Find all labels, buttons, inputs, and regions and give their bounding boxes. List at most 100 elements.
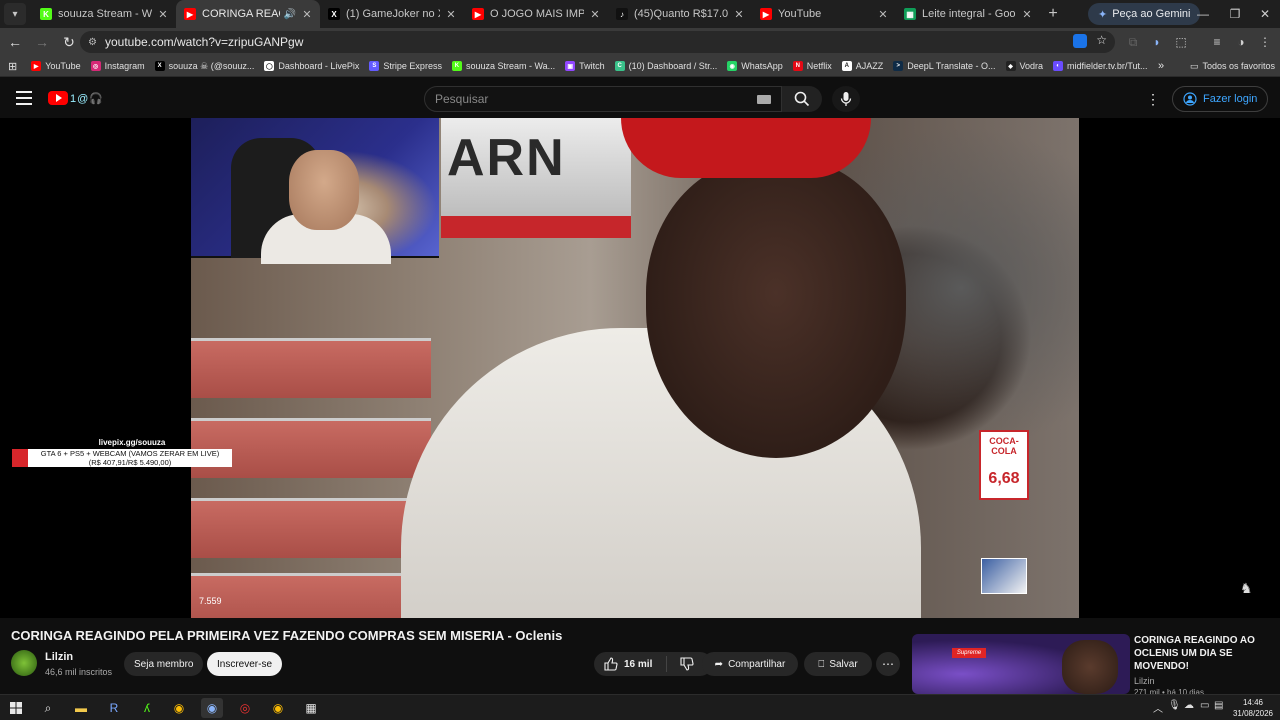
rockstar-launcher-icon[interactable]: R bbox=[103, 698, 125, 718]
system-clock[interactable]: 14:46 31/08/2026 bbox=[1230, 697, 1276, 719]
bookmark-item[interactable]: N Netflix bbox=[792, 61, 832, 71]
network-icon[interactable]: ▤ bbox=[1214, 700, 1223, 711]
copy-icon[interactable]: ⧉ bbox=[1122, 28, 1144, 56]
kick-app-icon[interactable]: ʎ bbox=[136, 698, 158, 718]
settings-kebab-icon[interactable]: ⋮ bbox=[1146, 91, 1160, 108]
tray-overflow-icon[interactable]: ︿ bbox=[1153, 700, 1163, 715]
browser-tab[interactable]: ▶ CORINGA REAGINDO PELA 🔊 ✕ bbox=[176, 0, 320, 28]
media-control-icon[interactable]: ≡ bbox=[1206, 28, 1228, 56]
keyboard-icon[interactable] bbox=[757, 95, 771, 104]
chrome-alt-icon[interactable]: ◉ bbox=[267, 698, 289, 718]
like-count: 16 mil bbox=[624, 658, 653, 670]
browser-tab[interactable]: X (1) GameJoker no X: "GTA 6 ✕ bbox=[320, 0, 464, 28]
file-explorer-icon[interactable]: ▬ bbox=[70, 698, 92, 718]
like-button[interactable]: 16 mil bbox=[594, 652, 712, 676]
windows-start-icon[interactable] bbox=[5, 698, 27, 718]
youtube-logo[interactable]: 1@🎧 bbox=[48, 91, 104, 105]
back-icon[interactable]: ← bbox=[3, 30, 27, 54]
bookmarks-overflow-icon[interactable]: » bbox=[1158, 60, 1164, 72]
tab-close-icon[interactable]: ✕ bbox=[732, 8, 746, 21]
tab-close-icon[interactable]: ✕ bbox=[1020, 8, 1034, 21]
forward-icon[interactable]: → bbox=[30, 30, 54, 54]
chrome-icon[interactable]: ◉ bbox=[168, 698, 190, 718]
extension-audio-icon[interactable]: ◗ bbox=[1146, 28, 1168, 56]
join-button[interactable]: Seja membro bbox=[124, 652, 204, 676]
more-actions-button[interactable]: ⋯ bbox=[876, 652, 900, 676]
translate-icon[interactable] bbox=[1073, 34, 1087, 48]
bookmark-item[interactable]: ◐ midfielder.tv.br/Tut... bbox=[1053, 61, 1148, 71]
tray-display-icon[interactable]: ▭ bbox=[1200, 700, 1209, 711]
tray-mic-icon[interactable]: 🎙 bbox=[1168, 700, 1181, 711]
login-button[interactable]: Fazer login bbox=[1172, 86, 1269, 112]
site-info-icon[interactable]: ⚙ bbox=[88, 37, 97, 48]
bookmark-item[interactable]: ◎ Instagram bbox=[90, 61, 145, 71]
bookmark-item[interactable]: ▶ YouTube bbox=[31, 61, 81, 71]
new-tab-button[interactable]: + bbox=[1040, 5, 1066, 23]
search-taskbar-icon[interactable]: ⌕ bbox=[37, 698, 59, 718]
search-button[interactable] bbox=[782, 86, 822, 112]
tray-app-icon[interactable]: ☁ bbox=[1184, 700, 1194, 711]
bookmark-item[interactable]: ◯ Dashboard - LivePix bbox=[264, 61, 359, 71]
tab-title: YouTube bbox=[778, 8, 822, 20]
recommended-title[interactable]: CORINGA REAGINDO AO OCLENIS UM DIA SE MO… bbox=[1134, 634, 1272, 673]
bookmark-item[interactable]: Ksouuza Stream - Wa... bbox=[451, 61, 555, 71]
tab-close-icon[interactable]: ✕ bbox=[876, 8, 890, 21]
tab-favicon-icon: ▦ bbox=[904, 8, 916, 20]
browser-tab[interactable]: ▦ Leite integral - Google Sheets ✕ bbox=[896, 0, 1040, 28]
bookmark-favicon-icon: A bbox=[841, 61, 852, 71]
calculator-icon[interactable]: ▦ bbox=[300, 698, 322, 718]
channel-name[interactable]: Lilzin bbox=[45, 651, 73, 663]
all-favorites[interactable]: ▭ Todos os favoritos bbox=[1190, 61, 1275, 72]
browser-tab[interactable]: ▶ O JOGO MAIS IMPORTANTE ✕ bbox=[464, 0, 608, 28]
profile-icon[interactable]: ◑ bbox=[1230, 28, 1252, 56]
tab-close-icon[interactable]: ✕ bbox=[444, 8, 458, 21]
tab-close-icon[interactable]: ✕ bbox=[156, 8, 170, 21]
thumbs-down-icon[interactable] bbox=[680, 657, 694, 671]
bookmark-item[interactable]: S Stripe Express bbox=[369, 61, 442, 71]
video-frame[interactable]: ARN COCA-COLA 6,68 7.559 bbox=[191, 118, 1079, 618]
bookmark-favicon-icon: ▶ bbox=[31, 61, 42, 71]
bookmark-item[interactable]: C (10) Dashboard / Str... bbox=[614, 61, 717, 71]
recommended-video[interactable]: Supreme CORINGA REAGINDO AO OCLENIS UM D… bbox=[912, 634, 1272, 697]
save-button[interactable]: ⎕ Salvar bbox=[804, 652, 872, 676]
bookmark-item[interactable]: Xsouuza ☠ (@souuz... bbox=[154, 61, 254, 72]
bookmark-item[interactable]: > DeepL Translate - O... bbox=[893, 61, 996, 71]
obs-icon[interactable]: ◎ bbox=[234, 698, 256, 718]
reload-icon[interactable]: ↻ bbox=[57, 30, 81, 54]
tab-close-icon[interactable]: ✕ bbox=[300, 8, 314, 21]
chrome-profile-icon[interactable]: ◉ bbox=[201, 698, 223, 718]
close-window-icon[interactable]: ✕ bbox=[1248, 0, 1280, 28]
browser-tab[interactable]: ♪ (45)Quanto R$17.000 dá no ✕ bbox=[608, 0, 752, 28]
bookmark-star-icon[interactable]: ☆ bbox=[1096, 33, 1107, 47]
channel-avatar[interactable] bbox=[11, 650, 37, 676]
video-player[interactable]: ARN COCA-COLA 6,68 7.559 livepix.gg/souu… bbox=[0, 118, 1280, 618]
bookmark-favicon-icon: ▣ bbox=[565, 61, 576, 71]
tab-search-icon[interactable]: ▾ bbox=[4, 3, 26, 25]
gemini-button[interactable]: ✦ Peça ao Gemini bbox=[1088, 3, 1201, 25]
browser-tab[interactable]: Ksouuza Stream - Watch Live ✕ bbox=[32, 0, 176, 28]
bookmark-item[interactable]: ◆ Vodra bbox=[1005, 61, 1044, 71]
minimize-icon[interactable]: — bbox=[1186, 0, 1220, 28]
extensions-icon[interactable]: ⬚ bbox=[1170, 28, 1192, 56]
share-button[interactable]: ➦ Compartilhar bbox=[702, 652, 798, 676]
bookmark-item[interactable]: ◉ WhatsApp bbox=[727, 61, 783, 71]
bookmark-item[interactable]: A AJAZZ bbox=[841, 61, 883, 71]
bookmark-favicon-icon: S bbox=[369, 61, 380, 71]
recommended-thumbnail[interactable]: Supreme bbox=[912, 634, 1130, 694]
browser-tab[interactable]: ▶ YouTube ✕ bbox=[752, 0, 896, 28]
browser-menu-icon[interactable]: ⋮ bbox=[1254, 28, 1276, 56]
menu-icon[interactable] bbox=[16, 91, 32, 105]
recommended-channel[interactable]: Lilzin bbox=[1134, 676, 1155, 686]
bookmark-item[interactable]: ▣ Twitch bbox=[565, 61, 605, 71]
subscribe-button[interactable]: Inscrever-se bbox=[207, 652, 283, 676]
bookmark-label: DeepL Translate - O... bbox=[907, 61, 996, 71]
tab-close-icon[interactable]: ✕ bbox=[588, 8, 602, 21]
address-bar[interactable]: ⚙ youtube.com/watch?v=zripuGANPgw ☆ bbox=[80, 31, 1115, 53]
bookmark-label: Vodra bbox=[1019, 61, 1044, 71]
search-icon bbox=[794, 91, 810, 107]
apps-grid-icon[interactable]: ⊞ bbox=[8, 60, 17, 73]
maximize-icon[interactable]: ❐ bbox=[1218, 0, 1252, 28]
voice-search-button[interactable] bbox=[832, 86, 860, 112]
tab-audio-icon[interactable]: 🔊 bbox=[284, 9, 296, 20]
search-input[interactable] bbox=[435, 92, 735, 106]
